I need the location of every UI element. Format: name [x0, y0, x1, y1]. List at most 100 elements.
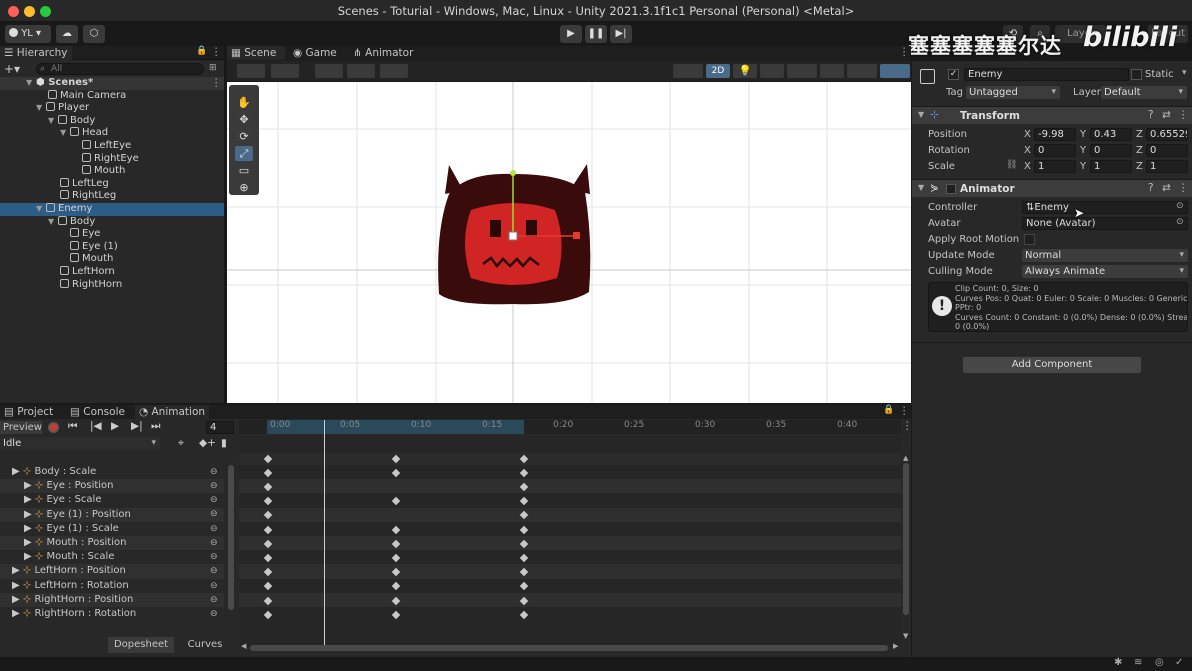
tab-game[interactable]: ◉ Game: [289, 46, 341, 60]
grid-snap-button[interactable]: [315, 64, 343, 78]
record-icon[interactable]: [48, 422, 59, 433]
remove-property-icon[interactable]: ⊖: [210, 595, 218, 605]
mode-2d-button[interactable]: 2D: [706, 64, 730, 78]
remove-property-icon[interactable]: ⊖: [210, 609, 218, 619]
tag-dropdown[interactable]: Untagged: [966, 86, 1060, 99]
timeline-ruler[interactable]: 0:00 0:05 0:10 0:15 0:20 0:25 0:30 0:35 …: [239, 420, 901, 434]
remove-property-icon[interactable]: ⊖: [210, 481, 218, 491]
playhead[interactable]: [324, 420, 325, 646]
shading-mode-dropdown[interactable]: [673, 64, 703, 78]
progress-icon[interactable]: ◎: [1155, 657, 1164, 668]
effects-dropdown[interactable]: [787, 64, 817, 78]
filter-icon[interactable]: ⊞: [209, 63, 217, 73]
play-icon[interactable]: ▶: [111, 420, 119, 432]
play-button[interactable]: ▶: [560, 25, 582, 43]
add-keyframe-icon[interactable]: ◆+: [199, 437, 216, 449]
position-y-field[interactable]: 0.43: [1090, 128, 1132, 141]
hierarchy-item-eye[interactable]: Eye: [0, 228, 224, 241]
remove-property-icon[interactable]: ⊖: [210, 581, 218, 591]
property-row[interactable]: ▶ ⊹ LeftHorn : Position: [0, 564, 224, 579]
remove-property-icon[interactable]: ⊖: [210, 552, 218, 562]
tab-hierarchy[interactable]: ☰ Hierarchy: [0, 46, 72, 60]
filter-by-selection-icon[interactable]: ⌖: [178, 437, 184, 450]
update-mode-dropdown[interactable]: Normal: [1022, 249, 1188, 262]
remove-property-icon[interactable]: ⊖: [210, 538, 218, 548]
hierarchy-item-lefteye[interactable]: LeftEye: [0, 140, 224, 153]
pivot-dropdown[interactable]: [271, 64, 299, 78]
cloud-button[interactable]: ☁: [56, 25, 78, 43]
scale-z-field[interactable]: 1: [1146, 160, 1188, 173]
gizmos-dropdown[interactable]: [880, 64, 910, 78]
increment-snap-button[interactable]: [347, 64, 375, 78]
bug-icon[interactable]: ✱: [1114, 657, 1122, 668]
animator-header[interactable]: ▼ ⋟ Animator ? ⇄ ⋮: [912, 179, 1192, 197]
lock-icon[interactable]: 🔒: [883, 405, 894, 415]
hierarchy-item-main-camera[interactable]: Main Camera: [0, 89, 224, 103]
rotate-tool-icon[interactable]: ⟳: [235, 129, 253, 144]
object-picker-icon[interactable]: ⊙: [1176, 201, 1184, 211]
tab-project[interactable]: ▤ Project: [0, 405, 57, 419]
timeline-menu-icon[interactable]: ⋮: [902, 420, 913, 432]
layer-dropdown[interactable]: Default: [1101, 86, 1187, 99]
rotation-x-field[interactable]: 0: [1034, 144, 1076, 157]
transform-tool-dropdown[interactable]: [237, 64, 265, 78]
remove-property-icon[interactable]: ⊖: [210, 467, 218, 477]
next-key-icon[interactable]: ▶|: [131, 420, 143, 432]
property-row[interactable]: ▶ ⊹ Eye : Position: [0, 479, 224, 494]
hierarchy-item-rightleg[interactable]: RightLeg: [0, 190, 224, 203]
property-row[interactable]: ▶ ⊹ RightHorn : Rotation: [0, 607, 224, 621]
property-row[interactable]: ▶ ⊹ Body : Scale: [0, 465, 224, 479]
tab-console[interactable]: ▤ Console: [66, 405, 129, 419]
static-dropdown-icon[interactable]: ▾: [1182, 68, 1187, 78]
help-icon[interactable]: ?: [1148, 109, 1154, 121]
dopesheet-hscrollbar[interactable]: [250, 645, 888, 651]
dopesheet-tab[interactable]: Dopesheet: [108, 637, 174, 653]
component-menu-icon[interactable]: ⋮: [1178, 109, 1189, 121]
static-checkbox[interactable]: [1131, 69, 1142, 80]
kebab-menu-icon[interactable]: ⋮: [211, 46, 222, 58]
scene-menu-icon[interactable]: ⋮: [899, 46, 910, 58]
dopesheet-vscrollbar[interactable]: [903, 463, 909, 615]
tab-animator[interactable]: ⋔ Animator: [349, 46, 417, 60]
property-row[interactable]: ▶ ⊹ LeftHorn : Rotation: [0, 579, 224, 593]
remove-property-icon[interactable]: ⊖: [210, 509, 218, 519]
hierarchy-item-eye-1[interactable]: Eye (1): [0, 240, 224, 254]
property-scrollbar[interactable]: [228, 465, 234, 610]
hierarchy-item-enemy-mouth[interactable]: Mouth: [0, 253, 224, 266]
pause-button[interactable]: ❚❚: [585, 25, 607, 43]
frame-field[interactable]: 4: [206, 421, 234, 434]
align-button[interactable]: [380, 64, 408, 78]
rect-tool-icon[interactable]: ▭: [235, 163, 253, 178]
scale-y-field[interactable]: 1: [1090, 160, 1132, 173]
transform-header[interactable]: ▼ ⊹ Transform ? ⇄ ⋮: [912, 106, 1192, 124]
kebab-menu-icon[interactable]: ⋮: [899, 405, 910, 417]
hierarchy-item-righthorn[interactable]: RightHorn: [0, 278, 224, 292]
clip-dropdown[interactable]: Idle: [0, 437, 160, 450]
rotation-y-field[interactable]: 0: [1090, 144, 1132, 157]
account-button[interactable]: YL ▾: [5, 25, 51, 43]
hierarchy-scene[interactable]: ▼ ⬢ Scenes*: [0, 77, 224, 90]
step-button[interactable]: ▶|: [610, 25, 632, 43]
position-z-field[interactable]: 0.65529: [1146, 128, 1188, 141]
property-row[interactable]: ▶ ⊹ Eye (1) : Scale: [0, 522, 224, 536]
rotation-z-field[interactable]: 0: [1146, 144, 1188, 157]
property-row[interactable]: ▶ ⊹ RightHorn : Position: [0, 592, 224, 607]
curves-tab[interactable]: Curves: [176, 637, 234, 653]
tab-scene[interactable]: ▦ Scene: [227, 46, 285, 60]
hierarchy-item-head[interactable]: ▼ Head: [0, 127, 224, 140]
collab-button[interactable]: ⬡: [83, 25, 105, 43]
remove-property-icon[interactable]: ⊖: [210, 524, 218, 534]
property-row[interactable]: ▶ ⊹ Eye (1) : Position: [0, 507, 224, 522]
animator-enabled-checkbox[interactable]: [946, 184, 956, 194]
property-row[interactable]: ▶ ⊹ Eye : Scale: [0, 493, 224, 507]
active-checkbox[interactable]: ✓: [948, 69, 959, 80]
cache-icon[interactable]: ≋: [1134, 657, 1142, 668]
preview-button[interactable]: Preview: [0, 421, 42, 434]
component-menu-icon[interactable]: ⋮: [1178, 182, 1189, 194]
position-x-field[interactable]: -9.98: [1034, 128, 1076, 141]
avatar-field[interactable]: None (Avatar): [1022, 217, 1188, 230]
add-event-icon[interactable]: ▮: [221, 437, 227, 449]
remove-property-icon[interactable]: ⊖: [210, 495, 218, 505]
check-icon[interactable]: ✓: [1175, 657, 1183, 668]
scene-viewport[interactable]: [227, 82, 911, 403]
